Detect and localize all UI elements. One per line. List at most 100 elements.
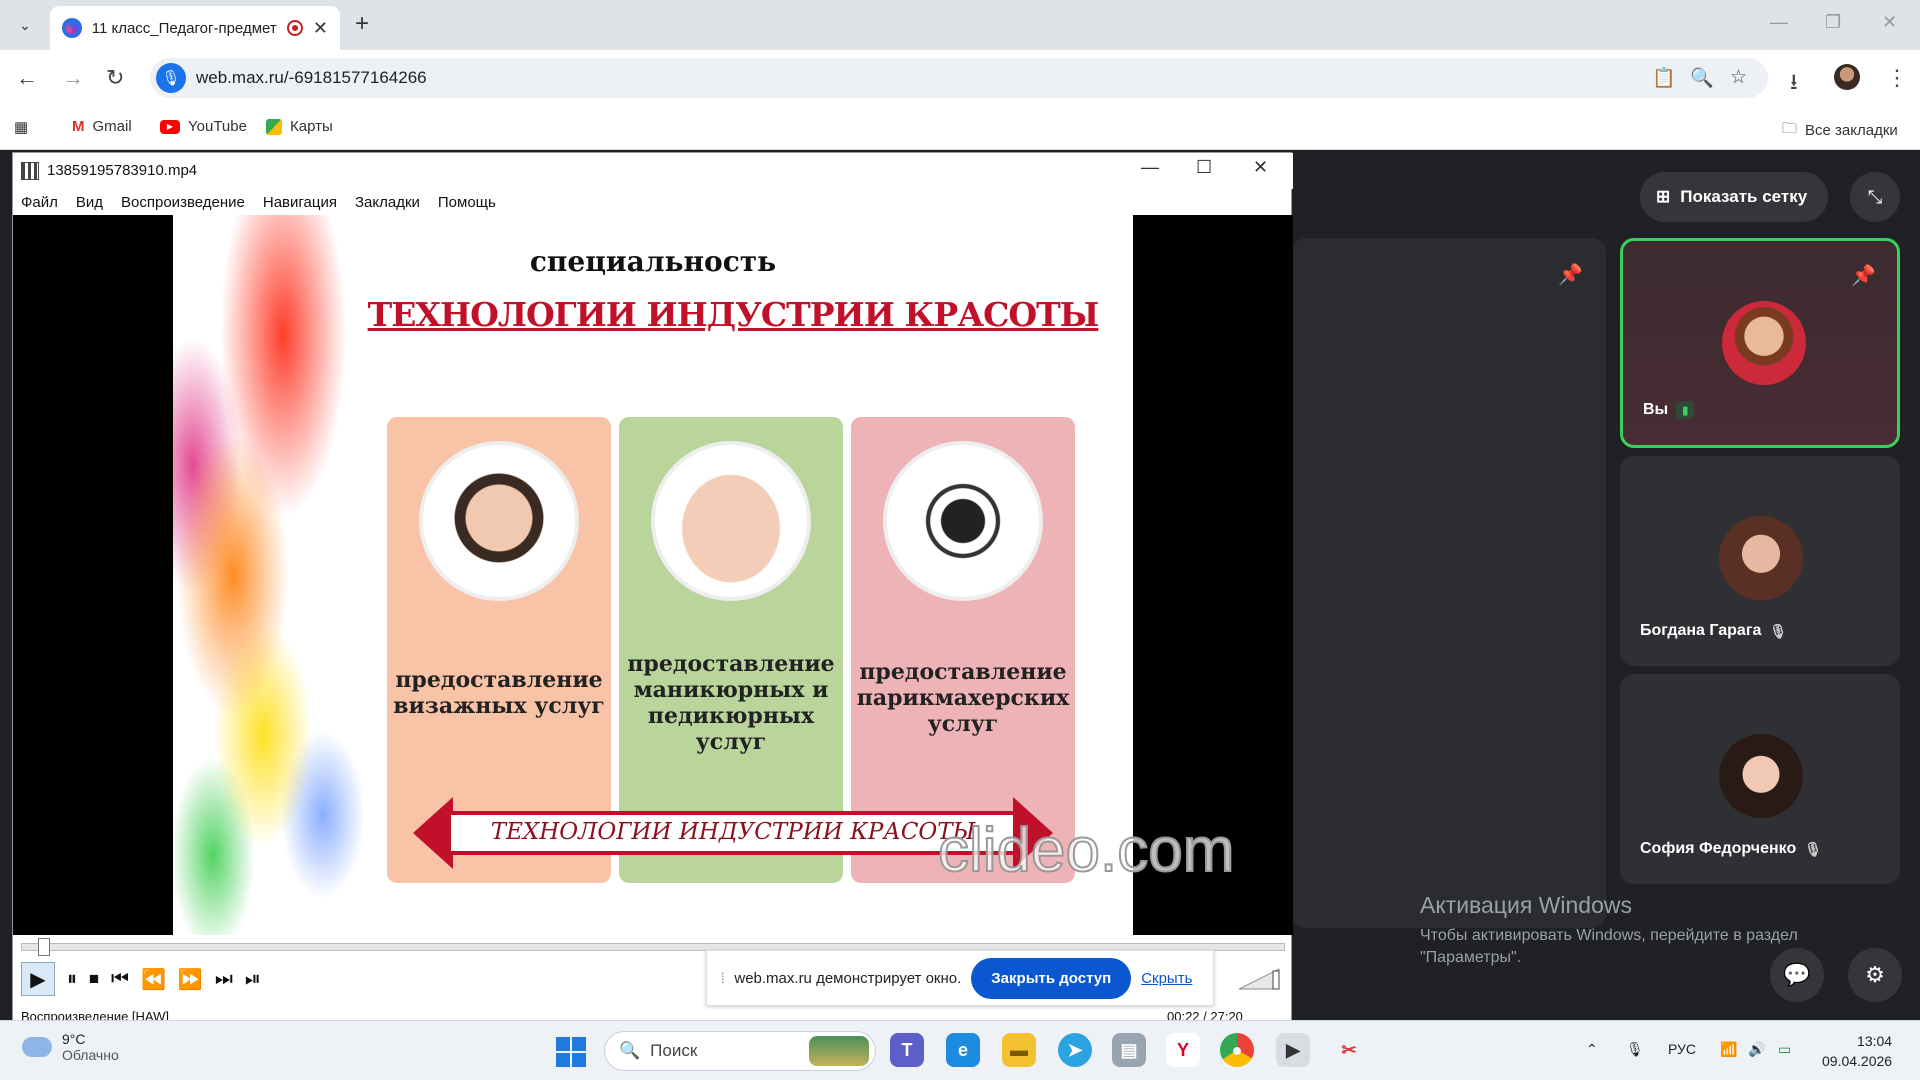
recording-indicator-icon [287, 20, 303, 36]
audio-level-icon: ▮ [1676, 401, 1695, 419]
stop-sharing-button[interactable]: Закрыть доступ [971, 957, 1132, 999]
apps-grid-icon[interactable]: ▦ [14, 118, 28, 136]
menu-file[interactable]: Файл [21, 194, 58, 211]
browser-tab-active[interactable]: 11 класс_Педагог-предмет ✕ [50, 6, 340, 50]
slide-subtitle: специальность [529, 245, 777, 278]
participant-tile-self[interactable]: 📌 Вы ▮ [1620, 238, 1900, 448]
tab-title: 11 класс_Педагог-предмет [91, 19, 277, 37]
reload-button[interactable]: ↻ [106, 65, 124, 91]
screen-share-bar: ⦙ web.max.ru демонстрирует окно. Закрыть… [706, 950, 1214, 1006]
bookmark-youtube[interactable]: ▶ YouTube [160, 118, 247, 135]
minimize-player-icon[interactable]: — [1141, 157, 1159, 178]
back-button[interactable]: ← [16, 65, 38, 91]
cloud-icon [22, 1037, 52, 1057]
participant-name-text: Вы [1643, 401, 1669, 418]
address-bar[interactable]: 🎙 web.max.ru/-69181577164266 📋 🔍 ☆ [150, 58, 1768, 98]
download-icon[interactable]: ⭳ [1790, 65, 1798, 103]
wifi-icon[interactable]: 📶 [1720, 1041, 1737, 1058]
microphone-tray-icon[interactable]: 🎙 [1626, 1041, 1644, 1058]
volume-icon[interactable]: 🔊 [1748, 1041, 1765, 1058]
search-icon: 🔍 [619, 1041, 641, 1060]
clipboard-icon[interactable]: 📋 [1652, 66, 1676, 90]
teams-icon[interactable]: T [890, 1033, 924, 1067]
system-clock[interactable]: 13:04 09.04.2026 [1822, 1031, 1892, 1071]
weather-desc: Облачно [62, 1047, 119, 1063]
tab-search-icon[interactable]: ⌄ [10, 12, 40, 38]
microphone-icon[interactable]: 🎙 [156, 63, 186, 93]
start-button[interactable] [556, 1037, 586, 1067]
url-text[interactable]: web.max.ru/-69181577164266 [196, 68, 427, 88]
menu-navigation[interactable]: Навигация [263, 194, 337, 211]
menu-bookmarks[interactable]: Закладки [355, 194, 420, 211]
zoom-icon[interactable]: 🔍 [1690, 66, 1714, 90]
network-app-icon[interactable]: ▤ [1112, 1033, 1146, 1067]
collapse-icon[interactable]: ⤡ [1850, 172, 1900, 222]
bookmarks-bar: ▦ M Gmail ▶ YouTube Карты 🗀 Все закладки [0, 106, 1920, 150]
chat-icon[interactable]: 💬 [1770, 948, 1824, 1002]
service-card-text: предоставление маникюрных и педикюрных у… [627, 651, 835, 755]
mic-muted-icon: 🎙 [1769, 622, 1788, 639]
activation-text: "Параметры". [1420, 949, 1522, 966]
participant-tile[interactable]: Богдана Гарага 🎙 [1620, 456, 1900, 666]
grid-icon: ⊞ [1656, 187, 1671, 206]
show-hidden-icons[interactable]: ⌃ [1586, 1041, 1598, 1058]
bookmark-maps[interactable]: Карты [266, 118, 333, 135]
hide-link[interactable]: Скрыть [1141, 970, 1192, 987]
settings-gear-icon[interactable]: ⚙ [1848, 948, 1902, 1002]
media-player-taskbar-icon[interactable]: ▶ [1276, 1033, 1310, 1067]
video-area[interactable]: специальность ТЕХНОЛОГИИ ИНДУСТРИИ КРАСО… [13, 215, 1293, 935]
search-highlight-image [809, 1036, 869, 1066]
share-message: web.max.ru демонстрирует окно. [734, 969, 962, 987]
media-player-window: 13859195783910.mp4 — ☐ ✕ Файл Вид Воспро… [12, 152, 1293, 1024]
previous-button[interactable]: ⏮ [111, 968, 129, 991]
tab-close-icon[interactable]: ✕ [313, 18, 328, 39]
restore-window-icon[interactable]: ❐ [1825, 12, 1841, 33]
taskbar-search[interactable]: 🔍 Поиск [604, 1031, 876, 1071]
menu-help[interactable]: Помощь [438, 194, 496, 211]
minimize-window-icon[interactable]: — [1770, 12, 1788, 33]
profile-avatar[interactable] [1834, 64, 1860, 90]
service-card-text: предоставление визажных услуг [393, 667, 605, 719]
close-window-icon[interactable]: ✕ [1882, 12, 1897, 33]
weather-widget[interactable]: 9°C Облачно [22, 1031, 119, 1063]
next-button[interactable]: ⏭ [215, 968, 233, 991]
windows-activation-watermark: Активация Windows Чтобы активировать Win… [1420, 892, 1798, 969]
input-language[interactable]: РУС [1668, 1041, 1696, 1057]
rewind-button[interactable]: ⏪ [141, 967, 166, 992]
snipping-tool-icon[interactable]: ✂ [1332, 1033, 1366, 1067]
fast-forward-button[interactable]: ⏩ [178, 967, 203, 992]
avatar [1719, 516, 1803, 600]
edge-icon[interactable]: e [946, 1033, 980, 1067]
activation-heading: Активация Windows [1420, 892, 1632, 918]
pause-button[interactable]: ⏸ [67, 968, 77, 991]
telegram-icon[interactable]: ➤ [1058, 1033, 1092, 1067]
volume-slider[interactable] [1238, 965, 1285, 991]
play-button[interactable]: ▶ [21, 962, 55, 996]
participant-tile[interactable]: София Федорченко 🎙 [1620, 674, 1900, 884]
clideo-watermark: clideo.com [937, 815, 1235, 886]
all-bookmarks[interactable]: 🗀 Все закладки [1782, 118, 1898, 143]
forward-button[interactable]: → [62, 65, 84, 91]
file-explorer-icon[interactable]: ▬ [1002, 1033, 1036, 1067]
chrome-icon[interactable]: ● [1220, 1033, 1254, 1067]
gmail-icon: M [72, 118, 85, 135]
stop-button[interactable]: ⏹ [89, 968, 99, 991]
maximize-player-icon[interactable]: ☐ [1196, 157, 1212, 178]
menu-view[interactable]: Вид [76, 194, 103, 211]
bookmark-gmail[interactable]: M Gmail [72, 118, 132, 135]
menu-playback[interactable]: Воспроизведение [121, 194, 245, 211]
show-grid-button[interactable]: ⊞ Показать сетку [1640, 172, 1828, 222]
hands-feet-image [651, 441, 811, 601]
seek-handle[interactable] [38, 938, 51, 956]
close-player-icon[interactable]: ✕ [1253, 157, 1268, 178]
pin-icon[interactable]: 📌 [1851, 263, 1876, 288]
new-tab-button[interactable]: + [355, 10, 369, 38]
frame-step-button[interactable]: ⏯ [245, 968, 261, 991]
bookmark-label: YouTube [188, 118, 247, 135]
chrome-menu-icon[interactable]: ⋮ [1886, 65, 1908, 91]
battery-icon[interactable]: ▭ [1778, 1041, 1791, 1058]
yandex-browser-icon[interactable]: Y [1166, 1033, 1200, 1067]
pin-icon[interactable]: 📌 [1558, 262, 1583, 287]
bookmark-star-icon[interactable]: ☆ [1730, 66, 1747, 89]
drag-handle-icon[interactable]: ⦙ [721, 970, 724, 987]
